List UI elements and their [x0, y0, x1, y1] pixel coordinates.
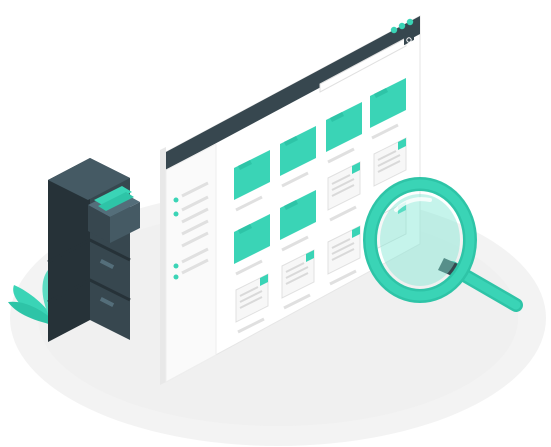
- file-search-illustration: [8, 15, 546, 446]
- sidebar-item-dot[interactable]: [173, 211, 179, 217]
- sidebar: [165, 143, 217, 383]
- filing-cabinet-icon: [47, 158, 140, 342]
- sidebar-item-dot[interactable]: [173, 274, 179, 280]
- window-side: [160, 147, 166, 385]
- sidebar-item-dot[interactable]: [173, 263, 179, 269]
- window-control-dot[interactable]: [406, 18, 414, 26]
- sidebar-item-dot[interactable]: [173, 197, 179, 203]
- window-control-dot[interactable]: [398, 22, 406, 30]
- window-control-dot[interactable]: [390, 26, 398, 34]
